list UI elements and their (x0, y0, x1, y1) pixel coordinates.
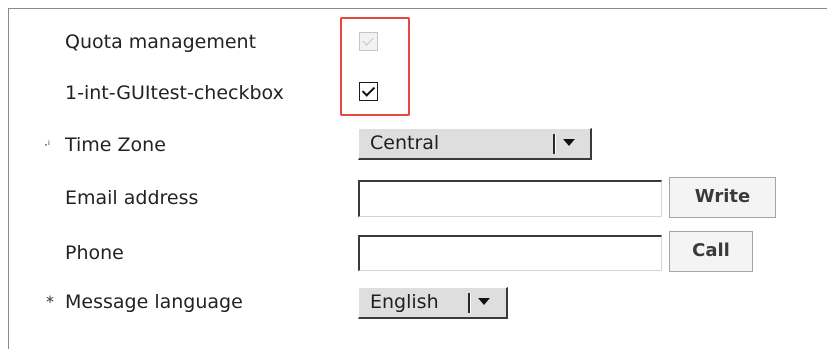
language-selected-value: English (370, 291, 439, 313)
phone-label: Phone (65, 242, 124, 264)
message-language-select[interactable]: English (358, 287, 508, 319)
timezone-label: Time Zone (65, 134, 166, 156)
triangle-down-icon (563, 139, 575, 146)
dropdown-separator (468, 293, 471, 313)
email-label: Email address (65, 187, 199, 209)
timezone-marker: ·ⁱ (44, 138, 50, 152)
language-dropdown-button[interactable] (468, 290, 498, 314)
message-language-label: Message language (65, 291, 243, 313)
triangle-down-icon (478, 298, 490, 305)
write-button[interactable]: Write (669, 177, 776, 218)
timezone-selected-value: Central (370, 132, 440, 154)
highlight-box (340, 17, 410, 116)
timezone-dropdown-button[interactable] (553, 131, 583, 155)
quota-management-label: Quota management (65, 31, 257, 53)
gui-test-checkbox-label: 1-int-GUItest-checkbox (65, 82, 284, 104)
dropdown-separator (553, 134, 556, 154)
timezone-select[interactable]: Central (358, 128, 592, 160)
email-field[interactable] (358, 180, 662, 217)
phone-field[interactable] (358, 235, 662, 271)
required-marker: * (46, 292, 54, 311)
call-button[interactable]: Call (669, 231, 753, 272)
